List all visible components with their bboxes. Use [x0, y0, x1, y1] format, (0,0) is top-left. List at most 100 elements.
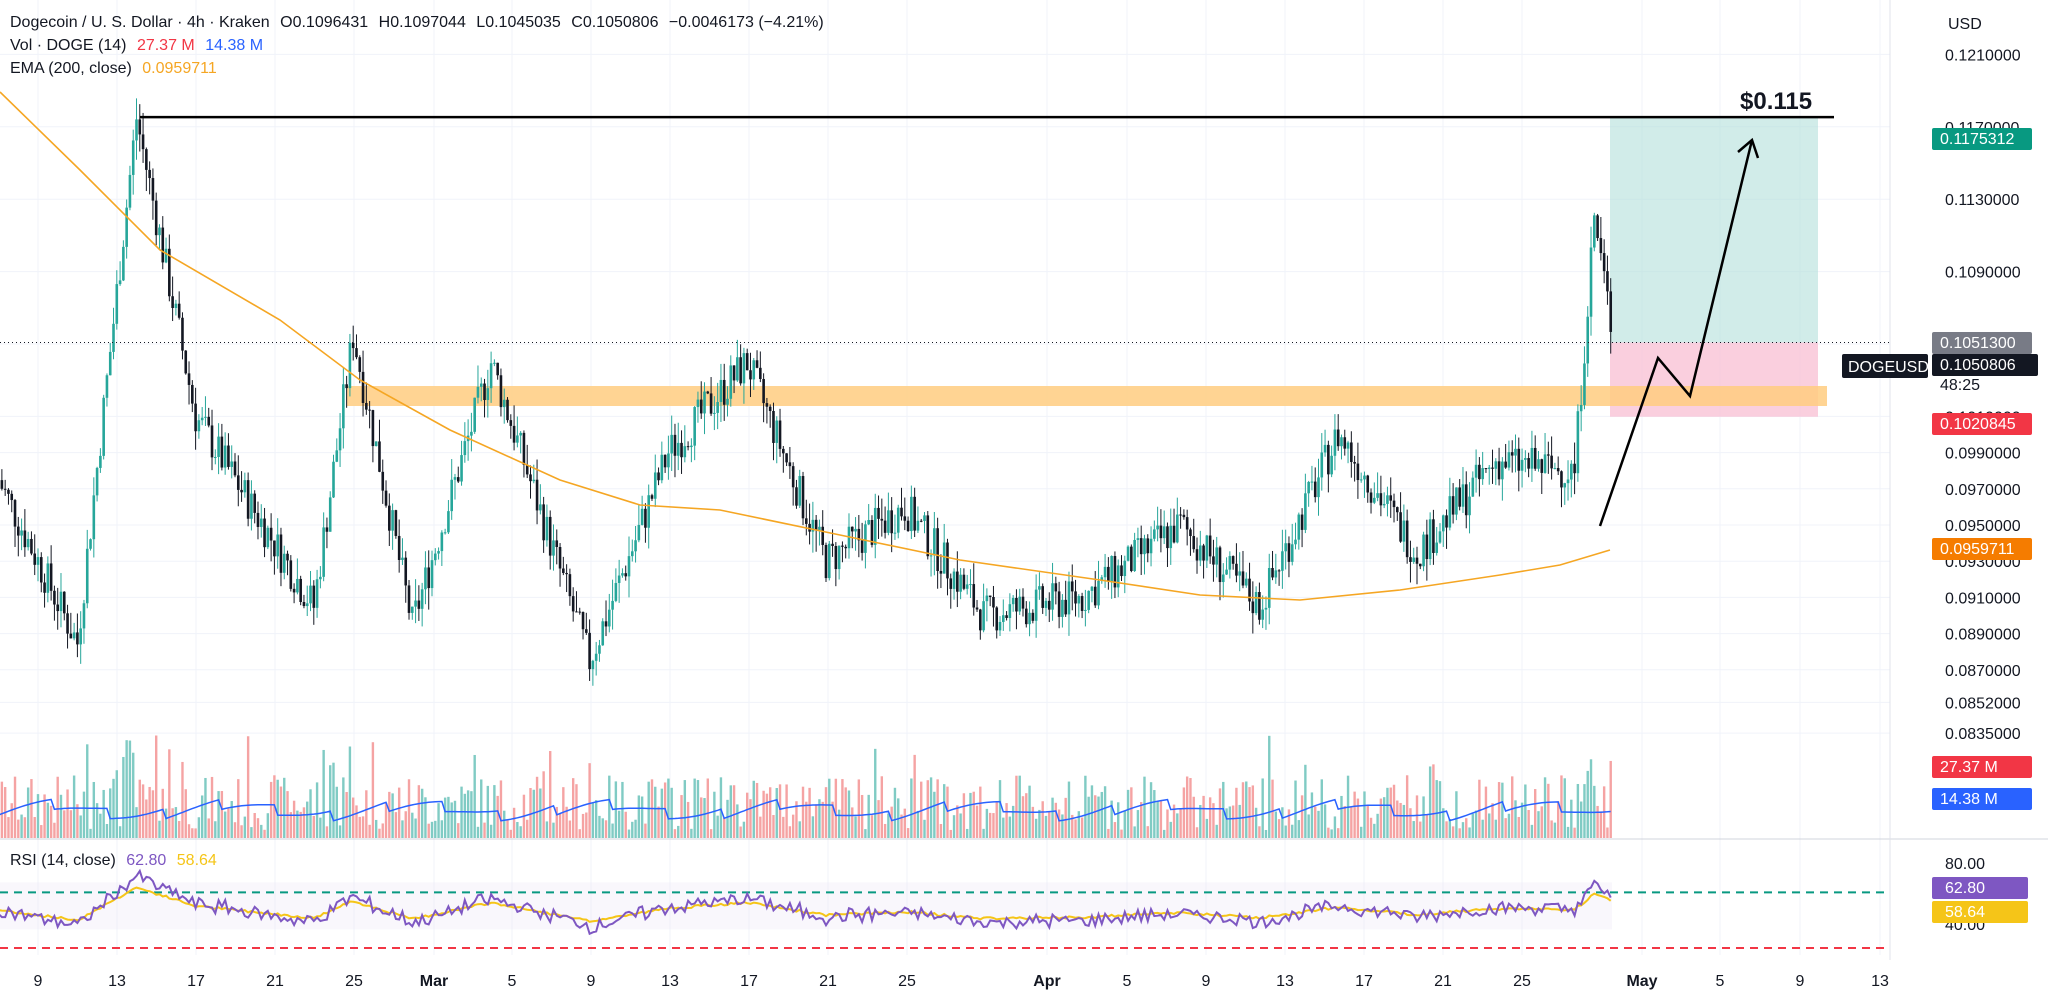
candle-body — [979, 609, 982, 631]
time-tick-label: 21 — [1434, 973, 1452, 990]
volume-bar — [1248, 787, 1251, 838]
candle-body — [542, 504, 545, 541]
candle-body — [936, 528, 939, 571]
candle-body — [1550, 455, 1553, 469]
countdown-label: 48:25 — [1940, 377, 1980, 394]
candle-body — [161, 227, 165, 263]
time-tick-label: 25 — [898, 973, 916, 990]
candle-body — [397, 535, 401, 560]
volume-bar — [361, 816, 365, 838]
volume-bar — [1258, 826, 1261, 838]
volume-bar — [759, 816, 762, 838]
candle-body — [437, 551, 440, 554]
candle-body — [1376, 493, 1379, 498]
overlays — [0, 91, 1890, 601]
volume-bar — [184, 789, 187, 838]
price-chart[interactable]: 0.12100000.11700000.11300000.10900000.10… — [0, 0, 2048, 999]
volume-bar — [69, 810, 73, 838]
volume-bar — [1015, 775, 1018, 838]
volume-bar — [1185, 776, 1189, 838]
volume-bar — [1107, 828, 1110, 838]
price-badge-label: 0.0959711 — [1940, 541, 2015, 558]
volume-bar — [1149, 782, 1153, 838]
volume-bar — [453, 800, 457, 838]
volume-bar — [821, 801, 824, 838]
candle-body — [440, 532, 444, 552]
candle-body — [795, 487, 798, 506]
volume-bar — [913, 754, 916, 838]
volume-bar — [411, 812, 414, 838]
candle-body — [1225, 569, 1228, 575]
volume-bar — [86, 744, 89, 838]
volume-bar — [76, 804, 79, 838]
volume-bar — [975, 805, 979, 838]
candle-body — [1120, 565, 1123, 577]
volume-bar — [171, 808, 174, 838]
volume-bar — [657, 806, 660, 838]
volume-legend[interactable]: Vol · DOGE (14) 27.37 M 14.38 M — [10, 35, 269, 57]
candle-body — [1320, 452, 1324, 478]
candle-body — [1034, 589, 1038, 621]
volume-bar — [1231, 805, 1235, 838]
volume-bar — [430, 821, 434, 838]
candle-body — [887, 510, 890, 533]
volume-bar — [841, 779, 844, 838]
candle-body — [227, 445, 230, 467]
rsi-label: RSI (14, close) — [10, 852, 116, 869]
volume-bar — [30, 779, 33, 838]
time-axis[interactable]: 9 13 17 21 25 Mar 5 9 13 17 21 25 Apr 5 9 13 17 21 25 May 5 9… — [34, 973, 1889, 990]
candle-body — [854, 528, 857, 532]
volume-bar — [1048, 811, 1051, 838]
rsi-legend[interactable]: RSI (14, close) 62.80 58.64 — [10, 850, 223, 872]
price-axis[interactable]: 0.12100000.11700000.11300000.10900000.10… — [1842, 47, 2038, 934]
volume-bar — [624, 811, 627, 838]
candle-body — [729, 365, 733, 399]
candle-body — [1353, 462, 1356, 464]
volume-bar — [473, 754, 476, 838]
candle-body — [269, 527, 273, 541]
volume-bar — [854, 816, 857, 838]
candle-body — [713, 412, 716, 414]
volume-bar — [1382, 797, 1386, 838]
volume-bar — [1294, 780, 1297, 838]
volume-bar — [63, 810, 66, 838]
candle-body — [562, 568, 565, 573]
candle-body — [693, 407, 696, 446]
volume-bar — [243, 816, 247, 838]
time-tick-label: 25 — [1513, 973, 1531, 990]
candle-body — [1267, 568, 1271, 608]
candle-body — [942, 542, 946, 574]
volume-bar — [1579, 801, 1583, 838]
candle-body — [233, 461, 237, 476]
candle-body — [1501, 461, 1504, 480]
candle-body — [1537, 459, 1540, 469]
volume-bar — [893, 787, 897, 838]
volume-bar — [1314, 806, 1317, 838]
volume-bar — [1596, 805, 1599, 838]
candle-body — [988, 595, 992, 598]
candle-body — [539, 504, 542, 511]
candle-body — [463, 441, 467, 456]
candle-body — [775, 420, 779, 443]
volume-bar — [778, 784, 782, 838]
candle-body — [1448, 496, 1452, 528]
candle-body — [72, 632, 76, 639]
volume-bar — [1428, 766, 1432, 838]
volume-bar — [805, 801, 808, 838]
volume-bar — [1396, 800, 1399, 838]
ema-legend[interactable]: EMA (200, close) 0.0959711 — [10, 58, 223, 80]
symbol-legend[interactable]: Dogecoin / U. S. Dollar · 4h · Kraken O0… — [10, 12, 830, 34]
volume-bar — [1330, 829, 1333, 838]
volume-bar — [742, 821, 746, 838]
volume-bar — [414, 818, 417, 838]
candle-body — [1461, 484, 1465, 507]
volume-bar — [946, 786, 949, 838]
currency-label[interactable]: USD — [1948, 16, 1982, 34]
volume-bar — [125, 740, 128, 838]
candle-body — [516, 435, 519, 443]
volume-bar — [545, 821, 549, 838]
candle-body — [191, 384, 194, 404]
volume-bar — [1573, 827, 1576, 838]
volume-bar — [115, 770, 118, 838]
candle-body — [355, 348, 358, 358]
